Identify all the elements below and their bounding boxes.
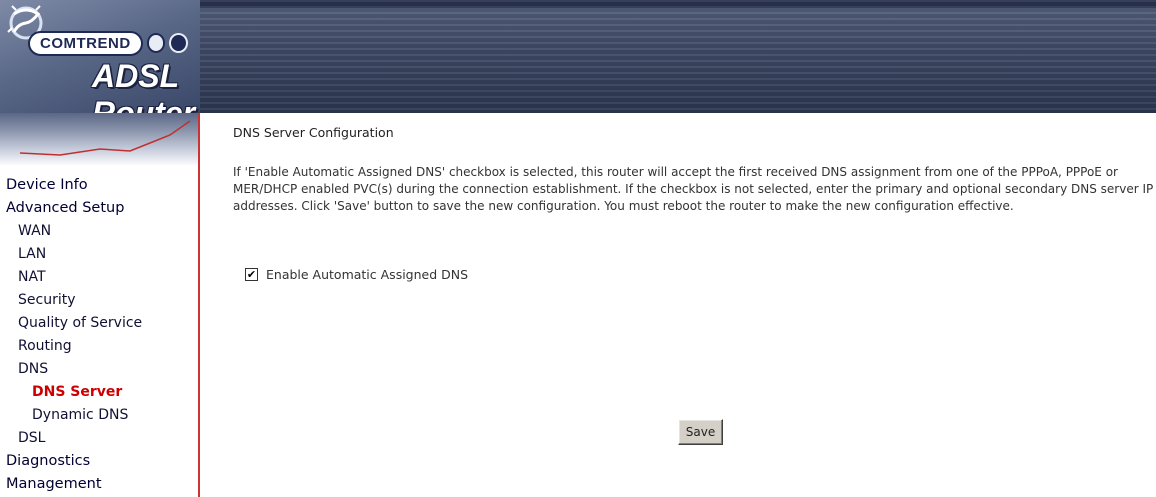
header-stripes <box>200 0 1156 113</box>
sidebar-item-wan[interactable]: WAN <box>18 223 51 239</box>
sidebar-item-management[interactable]: Management <box>6 476 102 492</box>
sidebar-item-dsl[interactable]: DSL <box>18 430 45 446</box>
logo-dot-icon <box>169 33 188 53</box>
product-title: ADSL Router <box>92 58 196 113</box>
page-description: If 'Enable Automatic Assigned DNS' check… <box>233 165 1154 213</box>
sidebar-item-dns-server[interactable]: DNS Server <box>32 384 122 400</box>
sidebar-item-lan[interactable]: LAN <box>18 246 46 262</box>
logo-dot-icon <box>146 33 166 53</box>
header-banner: COMTREND ADSL Router <box>0 0 1156 113</box>
auto-dns-label: Enable Automatic Assigned DNS <box>266 267 469 282</box>
page-title: DNS Server Configuration <box>233 125 394 140</box>
sidebar-item-advanced-setup[interactable]: Advanced Setup <box>6 200 124 216</box>
sidebar-item-quality-of-service[interactable]: Quality of Service <box>18 315 142 331</box>
sidebar-item-nat[interactable]: NAT <box>18 269 46 285</box>
auto-dns-row: ✔ Enable Automatic Assigned DNS <box>245 267 468 282</box>
sidebar: Device Info Advanced Setup WAN LAN NAT Securi… <box>0 113 200 497</box>
sidebar-item-routing[interactable]: Routing <box>18 338 72 354</box>
save-button[interactable]: Save <box>678 419 723 445</box>
sidebar-item-security[interactable]: Security <box>18 292 76 308</box>
sidebar-item-dns[interactable]: DNS <box>18 361 48 377</box>
brand-logo: COMTREND <box>28 30 188 56</box>
auto-dns-checkbox[interactable]: ✔ <box>245 268 258 281</box>
sidebar-item-device-info[interactable]: Device Info <box>6 177 88 193</box>
sidebar-item-diagnostics[interactable]: Diagnostics <box>6 453 90 469</box>
main-content: DNS Server Configuration If 'Enable Auto… <box>215 113 1156 497</box>
signal-wave-icon <box>19 120 191 156</box>
sidebar-item-dynamic-dns[interactable]: Dynamic DNS <box>32 407 128 423</box>
logo-area: COMTREND ADSL Router <box>0 0 200 113</box>
brand-name: COMTREND <box>28 30 143 56</box>
sidebar-decoration <box>0 113 198 166</box>
